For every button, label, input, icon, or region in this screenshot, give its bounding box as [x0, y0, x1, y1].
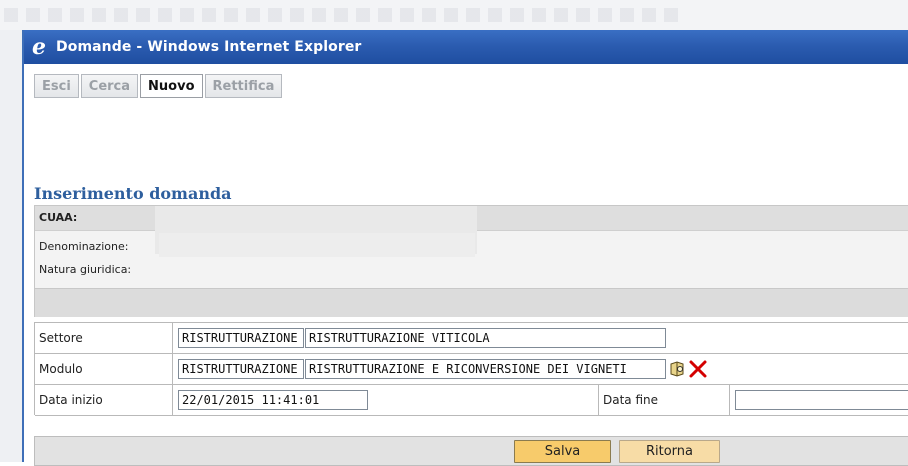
page-content: Esci Cerca Nuovo Rettifica Inserimento d… — [24, 64, 908, 466]
background-toolbar — [0, 0, 908, 30]
save-button[interactable]: Salva — [514, 440, 611, 463]
settore-code-field[interactable]: RISTRUTTURAZIONE — [178, 328, 304, 348]
cuaa-label: CUAA: — [39, 211, 78, 224]
data-fine-label: Data fine — [598, 385, 730, 415]
modulo-label: Modulo — [35, 354, 173, 384]
background-left-strip — [0, 30, 23, 462]
data-inizio-label: Data inizio — [35, 385, 173, 415]
data-fine-field[interactable] — [735, 390, 908, 410]
applicant-info-box: CUAA: Denominazione: Natura giuridica: — [34, 205, 908, 317]
redacted-denominazione-value — [159, 233, 475, 257]
denominazione-label: Denominazione: — [39, 240, 129, 253]
back-button[interactable]: Ritorna — [619, 440, 720, 463]
settore-label: Settore — [35, 323, 173, 353]
tab-rettifica[interactable]: Rettifica — [204, 74, 283, 98]
dates-row: Data inizio 22/01/2015 11:41:01 Data fin… — [35, 385, 908, 416]
modulo-code-field[interactable]: RISTRUTTURAZIONE — [178, 359, 304, 379]
background-toolbar-icons — [4, 8, 684, 22]
data-inizio-field[interactable]: 22/01/2015 11:41:01 — [178, 390, 368, 410]
red-x-icon[interactable] — [688, 359, 708, 379]
modulo-row: Modulo RISTRUTTURAZIONE RISTRUTTURAZIONE… — [35, 354, 908, 385]
tab-bar: Esci Cerca Nuovo Rettifica — [34, 74, 284, 100]
window-title: Domande - Windows Internet Explorer — [56, 39, 362, 55]
window-titlebar[interactable]: e Domande - Windows Internet Explorer — [24, 30, 908, 64]
settore-row: Settore RISTRUTTURAZIONE RISTRUTTURAZION… — [35, 323, 908, 354]
natura-giuridica-label: Natura giuridica: — [39, 263, 132, 276]
settore-description-field[interactable]: RISTRUTTURAZIONE VITICOLA — [305, 328, 666, 348]
popup-window: e Domande - Windows Internet Explorer Es… — [22, 30, 908, 466]
tab-esci[interactable]: Esci — [34, 74, 79, 98]
modulo-description-field[interactable]: RISTRUTTURAZIONE E RICONVERSIONE DEI VIG… — [305, 359, 666, 379]
info-separator-bar — [35, 288, 908, 317]
internet-explorer-icon: e — [32, 34, 46, 60]
book-search-icon[interactable] — [669, 361, 685, 377]
domanda-form: Settore RISTRUTTURAZIONE RISTRUTTURAZION… — [34, 322, 908, 416]
page-title: Inserimento domanda — [34, 184, 232, 203]
tab-nuovo[interactable]: Nuovo — [140, 74, 203, 98]
tab-cerca[interactable]: Cerca — [80, 74, 139, 98]
